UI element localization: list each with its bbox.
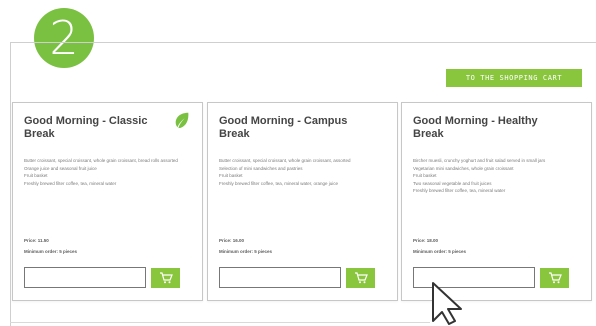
leaf-icon: [175, 112, 189, 129]
add-to-cart-button[interactable]: [346, 268, 375, 288]
product-card-classic-break: Good Morning - Classic Break Butter croi…: [12, 102, 203, 301]
product-min-order: Minimum order: 5 pieces: [219, 249, 273, 254]
product-description: Butter croissant, special croissant, who…: [219, 158, 351, 186]
add-to-cart-button[interactable]: [151, 268, 180, 288]
quantity-input[interactable]: [24, 267, 146, 288]
product-card-healthy-break: Good Morning - Healthy Break Bircher mue…: [401, 102, 592, 301]
shopping-cart-button[interactable]: TO THE SHOPPING CART: [446, 69, 582, 87]
product-min-order: Minimum order: 5 pieces: [413, 249, 467, 254]
add-to-cart-button[interactable]: [540, 268, 569, 288]
cart-icon: [354, 272, 368, 284]
quantity-input[interactable]: [219, 267, 341, 288]
cart-icon: [548, 272, 562, 284]
product-card-campus-break: Good Morning - Campus Break Butter crois…: [207, 102, 398, 301]
cart-icon: [159, 272, 173, 284]
product-title: Good Morning - Classic Break: [24, 115, 148, 140]
mouse-pointer-icon: [432, 282, 462, 325]
product-price: Price: 16.00: [219, 238, 245, 243]
product-title: Good Morning - Campus Break: [219, 115, 348, 140]
product-price: Price: 18.00: [413, 238, 439, 243]
product-title: Good Morning - Healthy Break: [413, 115, 538, 140]
product-description: Butter croissant, special croissant, who…: [24, 158, 178, 186]
product-price: Price: 11.50: [24, 238, 49, 243]
product-min-order: Minimum order: 5 pieces: [24, 249, 78, 254]
product-description: Bircher muesli, crunchy yoghurt and frui…: [413, 158, 546, 193]
